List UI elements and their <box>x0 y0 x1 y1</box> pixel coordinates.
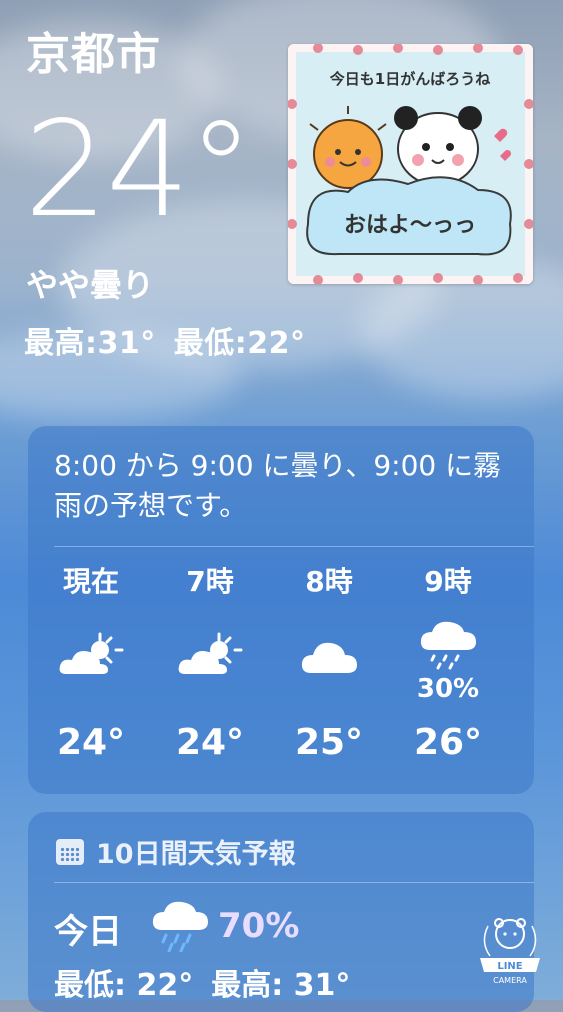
cloud-icon <box>274 620 384 690</box>
forecast-title: 10日間天気予報 <box>96 839 296 870</box>
forecast-summary: 8:00 から 9:00 に曇り、9:00 に霧雨の予想です。 <box>54 449 502 522</box>
drizzle-icon <box>393 610 503 680</box>
hour-item-7[interactable]: 7時 24° <box>155 562 265 763</box>
hour-temp: 26° <box>413 722 483 763</box>
rain-icon <box>150 900 210 956</box>
hour-label: 7時 <box>186 565 234 598</box>
forecast-header: 10日間天気予報 <box>56 832 296 871</box>
line-camera-watermark: LINE CAMERA <box>474 912 546 988</box>
divider <box>54 546 534 547</box>
partly-sunny-icon <box>36 620 146 690</box>
weather-condition: やや曇り <box>26 266 155 304</box>
hour-item-9[interactable]: 9時 30% 26° <box>393 562 503 763</box>
calendar-icon <box>56 838 84 865</box>
watermark-brand-bottom: CAMERA <box>493 976 527 985</box>
greeting-sticker: 今日も1日がんばろうね おはよ〜っっ <box>288 44 533 284</box>
hour-temp: 24° <box>175 722 245 763</box>
sticker-top-text: 今日も1日がんばろうね <box>329 70 490 88</box>
day-low: 最低: 22° <box>54 968 194 1003</box>
low-temp: 最低:22° <box>173 326 306 361</box>
sticker-art: 今日も1日がんばろうね おはよ〜っっ <box>288 44 533 284</box>
hour-label: 8時 <box>305 565 353 598</box>
hourly-forecast-card[interactable]: 8:00 から 9:00 に曇り、9:00 に霧雨の予想です。 現在 24° 7… <box>28 426 534 794</box>
partly-sunny-icon <box>155 620 265 690</box>
hour-item-partial[interactable]: 1 2 <box>512 562 534 690</box>
current-temperature: 24° <box>24 93 254 247</box>
high-low: 最高:31° 最低:22° <box>24 318 324 362</box>
hour-temp: 2 <box>512 722 534 763</box>
day-label: 今日 <box>54 912 122 952</box>
hour-temp: 25° <box>294 722 364 763</box>
day-high: 最高: 31° <box>211 968 351 1003</box>
hour-label: 現在 <box>62 565 119 598</box>
hour-label: 1 <box>512 562 534 602</box>
hour-item-now[interactable]: 現在 24° <box>36 562 146 763</box>
hourly-strip[interactable]: 現在 24° 7時 24° 8時 25° 9時 30% 26° <box>28 562 534 792</box>
sticker-bottom-text: おはよ〜っっ <box>344 213 476 238</box>
ten-day-forecast-card[interactable]: 10日間天気予報 今日 70% 最低: 22° 最高: 31° <box>28 812 534 1012</box>
partly-sunny-icon <box>512 620 534 690</box>
hour-label: 9時 <box>424 565 472 598</box>
day-high-low: 最低: 22° 最高: 31° <box>54 960 368 1004</box>
divider <box>54 882 534 883</box>
city-name: 京都市 <box>26 29 161 80</box>
hour-temp: 24° <box>56 722 126 763</box>
watermark-brand-top: LINE <box>497 961 522 972</box>
hour-item-8[interactable]: 8時 25° <box>274 562 384 763</box>
precip-chance: 70% <box>218 906 300 946</box>
high-temp: 最高:31° <box>24 326 156 361</box>
